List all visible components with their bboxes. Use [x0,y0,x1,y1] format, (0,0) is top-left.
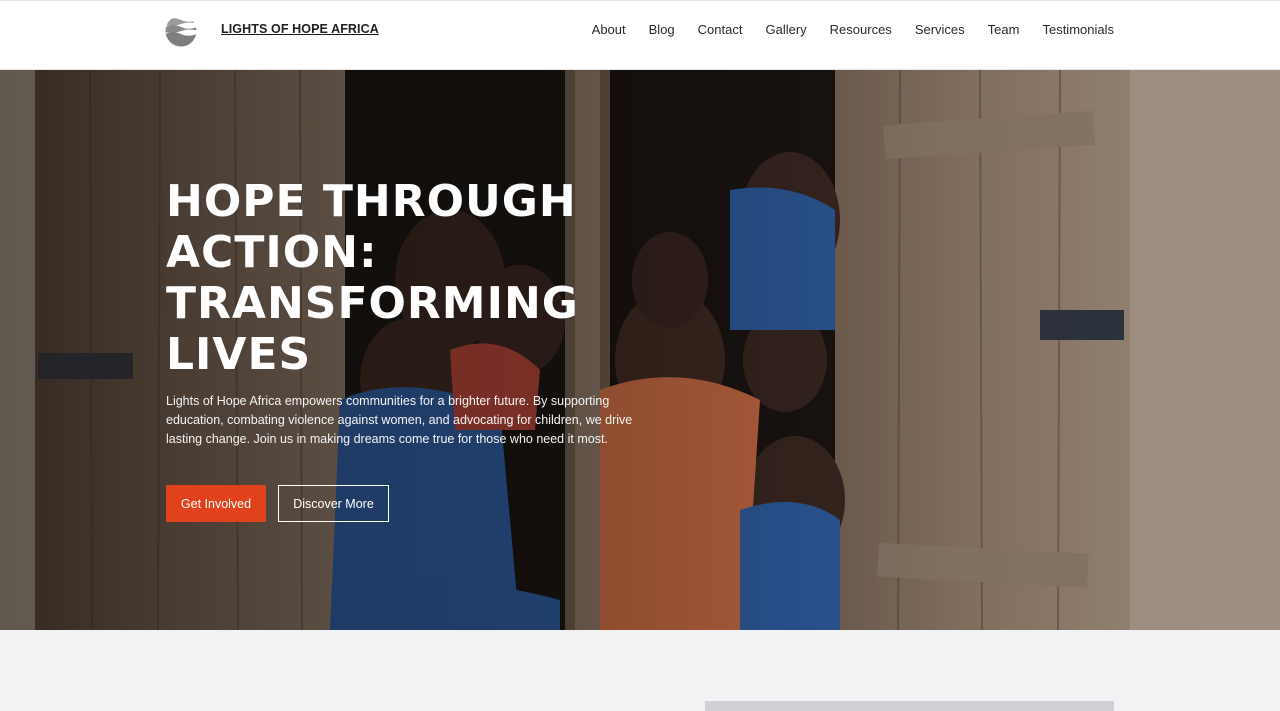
nav-blog[interactable]: Blog [649,22,675,37]
nav-resources[interactable]: Resources [830,22,892,37]
main-nav: About Blog Contact Gallery Resources Ser… [592,22,1114,37]
nav-team[interactable]: Team [988,22,1020,37]
next-section-image [705,701,1114,711]
nav-contact[interactable]: Contact [698,22,743,37]
hero-title: HOPE THROUGH ACTION: TRANSFORMING LIVES [166,176,579,380]
nav-gallery[interactable]: Gallery [765,22,806,37]
nav-services[interactable]: Services [915,22,965,37]
site-header: LIGHTS OF HOPE AFRICA About Blog Contact… [0,0,1280,70]
nav-about[interactable]: About [592,22,626,37]
hero-description: Lights of Hope Africa empowers communiti… [166,394,633,446]
get-involved-button[interactable]: Get Involved [166,485,266,522]
brand-link[interactable]: LIGHTS OF HOPE AFRICA [221,22,379,36]
nav-testimonials[interactable]: Testimonials [1042,22,1114,37]
hero-section: HOPE THROUGH ACTION: TRANSFORMING LIVES … [0,70,1280,630]
logo-icon[interactable] [165,15,197,47]
discover-more-button[interactable]: Discover More [278,485,389,522]
